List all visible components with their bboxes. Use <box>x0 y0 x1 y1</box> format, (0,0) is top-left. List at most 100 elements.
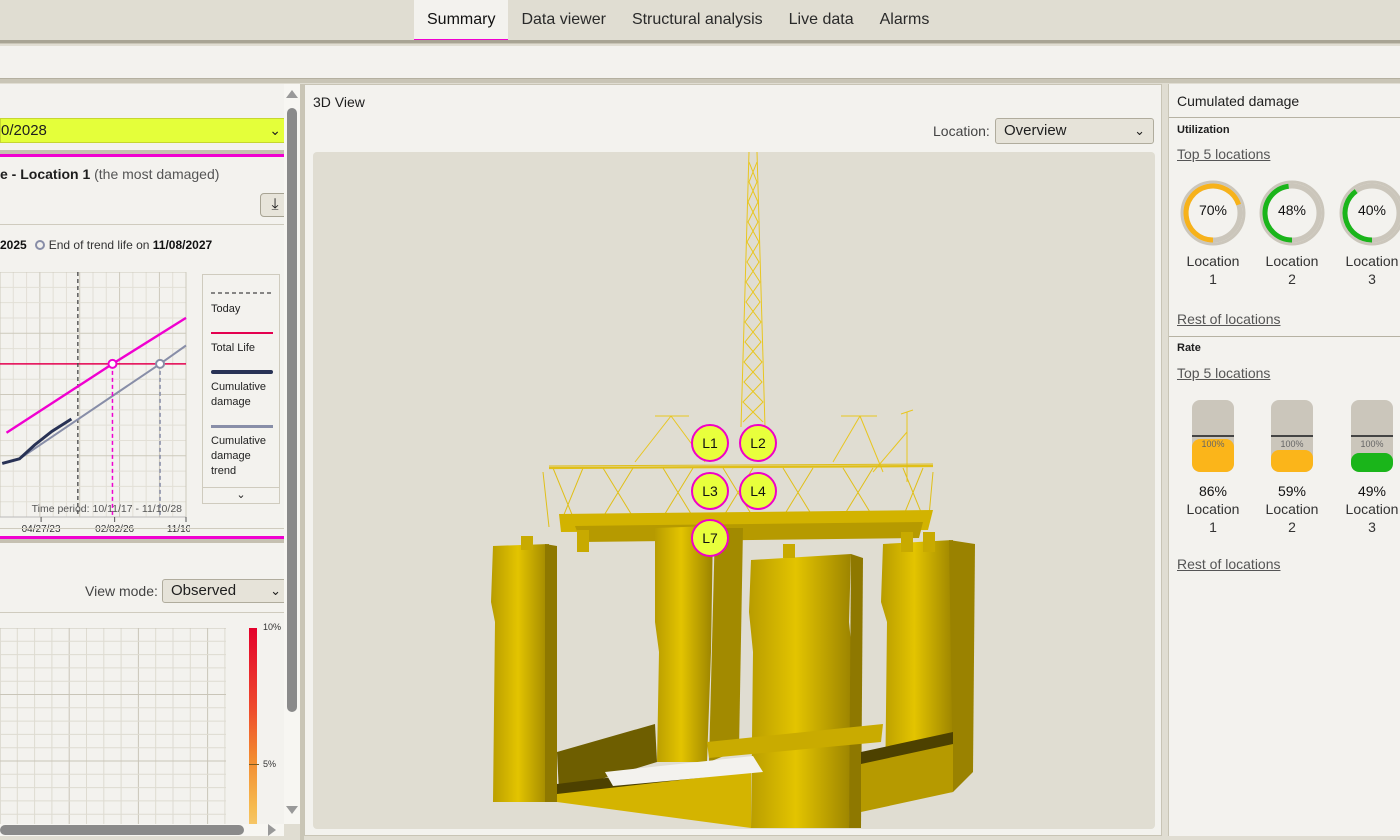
rate-tank: 100% <box>1192 400 1234 472</box>
trend-info: 2025 End of trend life on 11/08/2027 <box>0 238 212 252</box>
chevron-down-icon: ⌄ <box>236 489 246 501</box>
divider <box>0 612 284 613</box>
trend-marker-icon <box>34 240 45 250</box>
rate-tank: 100% <box>1351 400 1393 472</box>
scroll-right-arrow-icon[interactable] <box>268 824 276 836</box>
gauge-value: 70% <box>1198 202 1228 218</box>
view-mode-label: View mode: <box>85 583 158 599</box>
legend-today: Today <box>211 303 241 315</box>
threshold-label: 100% <box>1201 439 1225 449</box>
platform-model <box>491 152 975 828</box>
location-marker-l3[interactable]: L3 <box>691 472 729 510</box>
utilization-top5-link[interactable]: Top 5 locations <box>1177 146 1270 162</box>
rate-label: Location 1 <box>1186 501 1240 535</box>
chart-legend: Today Total Life Cumulative damage Cumul… <box>202 274 280 504</box>
trend-life-end-marker <box>155 358 166 369</box>
rate-tank: 100% <box>1271 400 1313 472</box>
legend-total-life-swatch <box>211 332 273 334</box>
3d-view-panel: 3D View Location: Overview ⌄ L1 L2 L3 L4… <box>304 84 1162 836</box>
derrick-tower <box>740 152 766 428</box>
utilization-heading: Utilization <box>1177 124 1230 136</box>
location-title: e - Location 1 (the most damaged) <box>0 166 219 182</box>
3d-viewport[interactable]: L1 L2 L3 L4 L7 <box>313 152 1155 829</box>
cumulated-damage-title: Cumulated damage <box>1177 93 1300 109</box>
threshold-line <box>1351 435 1393 437</box>
utilization-rest-link[interactable]: Rest of locations <box>1177 311 1281 327</box>
tab-alarms[interactable]: Alarms <box>867 0 943 43</box>
section-divider <box>0 539 284 543</box>
toolbar-divider <box>0 78 1400 83</box>
scrollbar-thumb[interactable] <box>0 825 244 835</box>
colorbar-tick <box>249 764 259 765</box>
threshold-line <box>1271 435 1313 437</box>
tab-structural-analysis[interactable]: Structural analysis <box>619 0 776 43</box>
location-title-note: (the most damaged) <box>94 166 220 182</box>
scroll-up-arrow-icon[interactable] <box>286 90 298 98</box>
view-mode-select[interactable]: Observed ⌄ <box>162 579 284 603</box>
total-life-date: 2025 <box>0 238 27 252</box>
download-button[interactable]: ⤓ <box>260 193 284 217</box>
rate-value: 59% <box>1277 483 1307 499</box>
threshold-label: 100% <box>1360 439 1384 449</box>
trend-info-date: 11/08/2027 <box>152 238 213 252</box>
utilization-gauge-location-2[interactable]: 48% Location 2 <box>1252 180 1332 288</box>
scrollbar-thumb[interactable] <box>287 108 297 712</box>
rate-fill <box>1271 449 1313 472</box>
legend-total-life: Total Life <box>211 342 256 354</box>
view-mode-value: Observed <box>171 582 237 599</box>
rate-tank-location-2[interactable]: 100% 59% Location 2 <box>1252 400 1332 536</box>
colorbar <box>249 628 257 824</box>
utilization-gauge-location-1[interactable]: 70% Location 1 <box>1173 180 1253 288</box>
location-value: Overview <box>1004 122 1067 139</box>
utilization-gauge-location-3[interactable]: 40% Location 3 <box>1332 180 1400 288</box>
colorbar-mid-label: 5% <box>263 759 277 769</box>
tab-data-viewer[interactable]: Data viewer <box>508 0 618 43</box>
location-select[interactable]: Overview ⌄ <box>995 118 1154 144</box>
gauge-value: 40% <box>1357 202 1387 218</box>
main-tabs: Summary Data viewer Structural analysis … <box>414 0 942 43</box>
rate-top5-link[interactable]: Top 5 locations <box>1177 365 1270 381</box>
legend-today-swatch <box>211 292 273 294</box>
legend-cumulative-swatch <box>211 370 273 374</box>
rate-rest-link[interactable]: Rest of locations <box>1177 556 1281 572</box>
threshold-line <box>1192 435 1234 437</box>
tab-summary[interactable]: Summary <box>414 0 509 43</box>
threshold-label: 100% <box>1280 439 1304 449</box>
time-range-select[interactable]: 0/2028 ⌄ <box>0 118 284 143</box>
chevron-down-icon: ⌄ <box>269 122 281 138</box>
divider <box>0 528 284 529</box>
rate-fill <box>1351 453 1393 472</box>
3d-view-title: 3D View <box>313 94 365 110</box>
scroll-down-arrow-icon[interactable] <box>286 806 298 814</box>
toolbar <box>0 46 1400 78</box>
legend-cumulative-trend: Cumulative damage trend <box>211 435 267 477</box>
rate-tank-location-3[interactable]: 100% 49% Location 3 <box>1332 400 1400 536</box>
cumulated-damage-panel: Cumulated damage Utilization Top 5 locat… <box>1168 84 1400 836</box>
damage-panel: 0/2028 ⌄ e - Location 1 (the most damage… <box>0 84 284 824</box>
nav-divider <box>0 40 1400 44</box>
rate-value: 49% <box>1357 483 1387 499</box>
top-nav: Summary Data viewer Structural analysis … <box>0 0 1400 43</box>
gauge-label: Location 2 <box>1265 253 1319 287</box>
total-life-end-marker <box>107 358 118 369</box>
location-marker-l1[interactable]: L1 <box>691 424 729 462</box>
location-marker-l4[interactable]: L4 <box>739 472 777 510</box>
time-range-value: 0/2028 <box>1 122 47 139</box>
gauge-value: 48% <box>1277 202 1307 218</box>
rate-label: Location 3 <box>1345 501 1399 535</box>
location-marker-l2[interactable]: L2 <box>739 424 777 462</box>
left-horizontal-scrollbar[interactable] <box>0 824 284 836</box>
divider <box>1169 117 1400 118</box>
location-title-main: e - Location 1 <box>0 166 91 182</box>
rate-heading: Rate <box>1177 342 1201 354</box>
location-label: Location: <box>933 123 990 139</box>
location-marker-l7[interactable]: L7 <box>691 519 729 557</box>
rate-tank-location-1[interactable]: 100% 86% Location 1 <box>1173 400 1253 536</box>
left-vertical-scrollbar[interactable] <box>284 84 300 824</box>
chevron-down-icon: ⌄ <box>1134 123 1145 138</box>
legend-expand-button[interactable]: ⌄ <box>203 487 279 503</box>
chart-grid <box>0 272 187 518</box>
gauge-label: Location 1 <box>1186 253 1240 287</box>
tab-live-data[interactable]: Live data <box>776 0 867 43</box>
download-icon: ⤓ <box>271 196 279 213</box>
